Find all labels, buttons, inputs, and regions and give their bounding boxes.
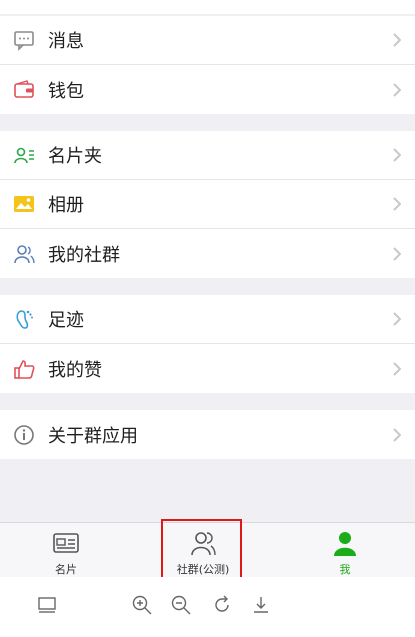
my-community-icon <box>14 244 35 263</box>
tab-me[interactable]: 我 <box>300 523 390 577</box>
photo-album-icon <box>14 196 34 212</box>
menu-group-1: 消息 钱包 <box>0 16 415 114</box>
thumbs-up-icon <box>14 359 35 379</box>
tab-label: 名片 <box>55 563 77 576</box>
chevron-right-icon <box>393 312 401 326</box>
menu-item-label: 消息 <box>48 31 84 52</box>
viewer-toolbar <box>0 577 415 637</box>
wallet-icon <box>14 79 34 98</box>
business-card-holder-icon <box>14 147 34 164</box>
card-icon <box>53 533 79 553</box>
menu-item-footprint[interactable]: 足迹 <box>0 295 415 344</box>
menu-item-label: 足迹 <box>48 310 84 331</box>
menu-group-2: 名片夹 相册 我的社群 <box>0 131 415 278</box>
menu-group-top <box>0 0 415 14</box>
rotate-icon[interactable] <box>211 594 233 616</box>
menu-item-label: 关于群应用 <box>48 425 138 447</box>
menu-item-label: 我的赞 <box>48 359 102 381</box>
download-icon[interactable] <box>250 594 272 616</box>
me-icon <box>334 532 356 556</box>
chevron-right-icon <box>393 148 401 162</box>
footprint-icon <box>16 310 33 329</box>
menu-item-wallet[interactable]: 钱包 <box>0 65 415 114</box>
menu-item-label: 名片夹 <box>48 146 102 167</box>
menu-group-3: 足迹 我的赞 <box>0 295 415 393</box>
tab-business-card[interactable]: 名片 <box>21 523 111 577</box>
menu-item-label: 钱包 <box>48 80 84 102</box>
menu-item-about[interactable]: 关于群应用 <box>0 410 415 459</box>
tab-label: 我 <box>339 563 351 576</box>
highlight-box <box>161 519 242 582</box>
menu-item-label: 我的社群 <box>48 244 120 266</box>
menu-item-label: 相册 <box>48 195 84 216</box>
zoom-out-icon[interactable] <box>170 594 192 616</box>
chevron-right-icon <box>393 361 401 376</box>
chevron-right-icon <box>393 427 401 442</box>
chevron-right-icon <box>393 33 401 47</box>
menu-item-card-holder[interactable]: 名片夹 <box>0 131 415 180</box>
zoom-in-icon[interactable] <box>131 594 153 616</box>
menu-item-my-community[interactable]: 我的社群 <box>0 229 415 278</box>
chevron-right-icon <box>393 197 401 211</box>
chevron-right-icon <box>393 82 401 97</box>
menu-group-4: 关于群应用 <box>0 410 415 459</box>
message-icon <box>14 31 34 51</box>
chevron-right-icon <box>393 246 401 261</box>
menu-item-photo-album[interactable]: 相册 <box>0 180 415 229</box>
menu-item-my-likes[interactable]: 我的赞 <box>0 344 415 393</box>
screen-icon[interactable] <box>36 594 58 616</box>
menu-item-messages[interactable]: 消息 <box>0 16 415 65</box>
info-icon <box>14 424 34 445</box>
